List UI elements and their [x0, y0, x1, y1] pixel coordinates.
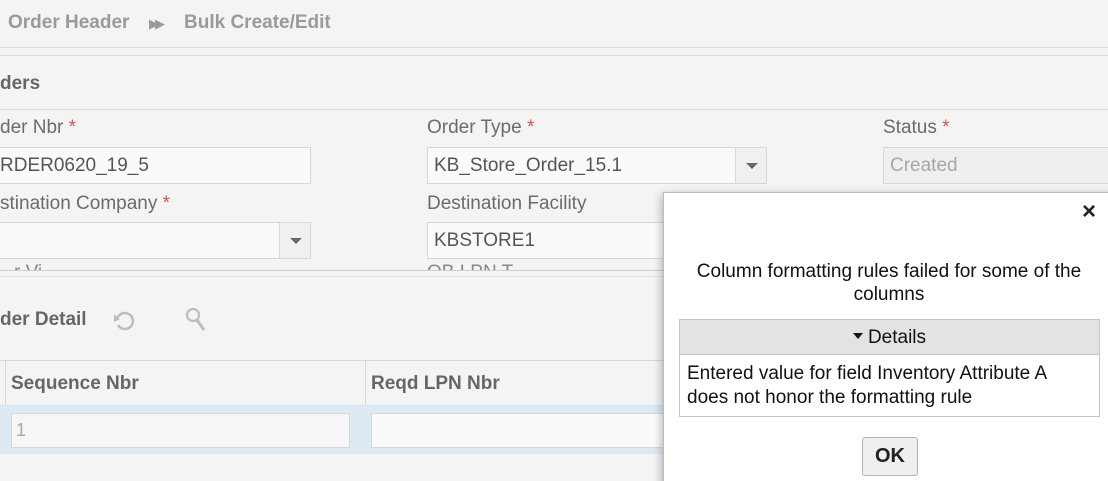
order-detail-title: der Detail: [0, 309, 87, 330]
required-marker: *: [942, 117, 950, 138]
dialog-message: Column formatting rules failed for some …: [696, 261, 1082, 305]
chevron-down-icon[interactable]: [735, 148, 766, 183]
error-dialog: × Column formatting rules failed for som…: [663, 192, 1108, 481]
order-type-value: KB_Store_Order_15.1: [434, 155, 623, 176]
status-label: Status *: [883, 117, 950, 138]
column-separator[interactable]: [365, 361, 366, 407]
breadcrumb-order-header[interactable]: Order Header: [8, 12, 129, 34]
divider: [0, 109, 1108, 110]
ok-button[interactable]: OK: [862, 437, 918, 476]
status-input: Created: [883, 147, 1108, 184]
order-nbr-input[interactable]: RDER0620_19_5: [0, 147, 311, 184]
column-header-reqd-lpn-nbr[interactable]: Reqd LPN Nbr: [371, 373, 500, 395]
partial-field-label: OB LPN T: [427, 262, 513, 270]
details-panel: Details Entered value for field Inventor…: [679, 319, 1100, 417]
required-marker: *: [162, 193, 171, 214]
breadcrumb-bulk-create-edit: Bulk Create/Edit: [184, 12, 331, 33]
close-icon[interactable]: ×: [1082, 200, 1096, 224]
divider: [0, 55, 1108, 56]
caret-down-icon: [852, 332, 863, 339]
destination-company-select[interactable]: [0, 222, 311, 259]
details-label: Details: [867, 327, 927, 348]
details-text: Entered value for field Inventory Attrib…: [687, 363, 1047, 408]
breadcrumb-separator-icon: ▶▶: [149, 16, 165, 31]
order-type-select[interactable]: KB_Store_Order_15.1: [427, 147, 767, 184]
chevron-down-icon[interactable]: [279, 223, 310, 258]
refresh-icon[interactable]: [112, 308, 138, 334]
breadcrumb: Order Header ▶▶ Bulk Create/Edit: [0, 0, 1108, 48]
required-marker: *: [526, 117, 535, 138]
destination-company-label: stination Company *: [0, 193, 171, 214]
details-toggle[interactable]: Details: [680, 320, 1099, 355]
partial-field-label: r Vi: [14, 262, 42, 270]
order-nbr-label: der Nbr *: [0, 117, 77, 138]
reqd-lpn-nbr-cell[interactable]: [371, 413, 711, 448]
table-row[interactable]: 1: [0, 406, 711, 454]
column-header-sequence-nbr[interactable]: Sequence Nbr: [11, 373, 139, 395]
required-marker: *: [68, 117, 77, 138]
search-icon[interactable]: [184, 306, 208, 334]
column-separator: [5, 361, 6, 407]
sequence-nbr-cell[interactable]: 1: [11, 413, 350, 448]
detail-grid-header: Sequence Nbr Reqd LPN Nbr: [0, 360, 700, 407]
destination-facility-label: Destination Facility: [427, 193, 587, 214]
order-type-label: Order Type *: [427, 117, 535, 138]
headers-section-title: ders: [0, 73, 41, 94]
